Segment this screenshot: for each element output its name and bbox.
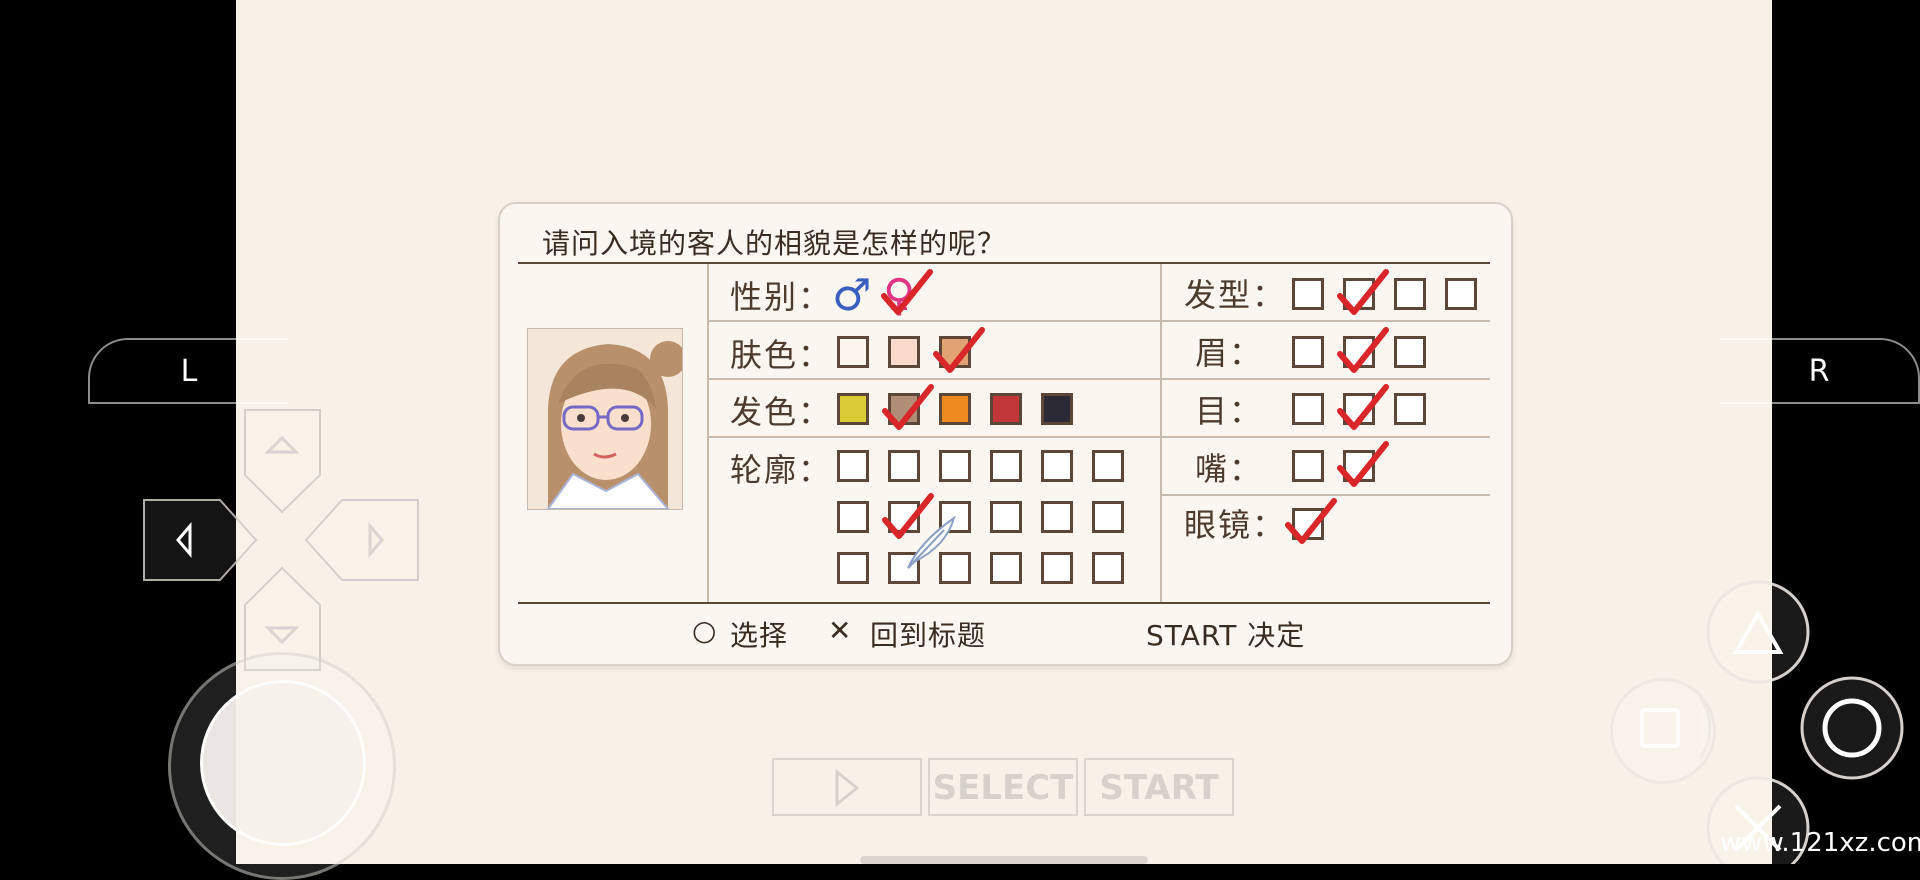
start-confirm-hint: START 决定 — [1146, 619, 1306, 652]
female-icon[interactable]: ♀ — [883, 270, 915, 321]
eyebrow-option[interactable] — [1343, 336, 1375, 368]
outline-option[interactable] — [939, 450, 971, 482]
mouth-option[interactable] — [1343, 450, 1375, 482]
face-buttons[interactable] — [1700, 580, 1920, 864]
outline-option[interactable] — [1041, 450, 1073, 482]
glasses-option[interactable] — [1292, 508, 1324, 540]
select-hint: 选择 — [730, 619, 789, 652]
hair-color-option-brown[interactable] — [888, 393, 920, 425]
hairstyle-label: 发型： — [1184, 276, 1287, 314]
feather-cursor-icon — [907, 515, 956, 569]
r-button-label: R — [1808, 354, 1830, 389]
outline-option[interactable] — [837, 450, 869, 482]
row-divider — [709, 320, 1160, 322]
outline-option[interactable] — [837, 501, 869, 533]
watermark: www.121xz.com — [1720, 828, 1920, 858]
hair-color-label: 发色： — [730, 393, 833, 431]
outline-option[interactable] — [1092, 501, 1124, 533]
outline-option[interactable] — [1092, 450, 1124, 482]
outline-option[interactable] — [1041, 552, 1073, 584]
right-column-divider — [1160, 264, 1162, 602]
circle-button-hint-icon: ○ — [692, 614, 718, 647]
eye-option[interactable] — [1292, 393, 1324, 425]
l-shoulder-button[interactable]: L — [88, 338, 288, 404]
hair-color-option-yellow[interactable] — [837, 393, 869, 425]
gender-label: 性别： — [730, 278, 833, 316]
character-portrait — [527, 328, 683, 510]
male-icon[interactable]: ♂ — [832, 270, 871, 321]
row-divider — [1162, 320, 1490, 322]
hair-color-option-black[interactable] — [1041, 393, 1073, 425]
glasses-label: 眼镜： — [1184, 506, 1287, 544]
eye-option[interactable] — [1394, 393, 1426, 425]
row-divider — [709, 378, 1160, 380]
mouth-label: 嘴： — [1195, 450, 1264, 488]
square-icon — [1640, 708, 1680, 748]
skin-color-option-2[interactable] — [888, 336, 920, 368]
select-button[interactable]: SELECT — [928, 758, 1078, 816]
hair-color-option-red[interactable] — [990, 393, 1022, 425]
outline-option[interactable] — [990, 501, 1022, 533]
outline-option[interactable] — [1041, 501, 1073, 533]
outline-label: 轮廓： — [730, 451, 833, 489]
r-shoulder-button[interactable]: R — [1720, 338, 1920, 404]
outline-option[interactable] — [990, 552, 1022, 584]
portrait-image — [528, 329, 682, 509]
row-divider — [1162, 494, 1490, 496]
mouth-option[interactable] — [1292, 450, 1324, 482]
dpad[interactable] — [130, 400, 430, 680]
skin-color-option-1[interactable] — [837, 336, 869, 368]
eye-label: 目： — [1195, 392, 1264, 430]
outline-option[interactable] — [888, 450, 920, 482]
top-divider — [518, 262, 1490, 264]
outline-option[interactable] — [837, 552, 869, 584]
play-icon — [835, 768, 860, 808]
question-text: 请问入境的客人的相貌是怎样的呢？ — [542, 227, 1007, 260]
hairstyle-option[interactable] — [1394, 278, 1426, 310]
hairstyle-option[interactable] — [1292, 278, 1324, 310]
hairstyle-option[interactable] — [1343, 278, 1375, 310]
left-column-divider — [707, 264, 709, 602]
skin-color-option-3[interactable] — [939, 336, 971, 368]
l-button-label: L — [180, 354, 198, 389]
fast-forward-button[interactable] — [772, 758, 922, 816]
eyebrow-option[interactable] — [1292, 336, 1324, 368]
row-divider — [1162, 436, 1490, 438]
back-to-title-hint: 回到标题 — [870, 619, 987, 652]
cross-button-hint-icon: ✕ — [828, 614, 853, 647]
eyebrow-label: 眉： — [1195, 334, 1264, 372]
hair-color-option-orange[interactable] — [939, 393, 971, 425]
outline-option[interactable] — [990, 450, 1022, 482]
row-divider — [709, 436, 1160, 438]
eye-option[interactable] — [1343, 393, 1375, 425]
hairstyle-option[interactable] — [1445, 278, 1477, 310]
bottom-divider — [518, 602, 1490, 604]
home-indicator — [860, 856, 1148, 864]
analog-stick-knob[interactable] — [200, 680, 366, 846]
start-button[interactable]: START — [1084, 758, 1234, 816]
eyebrow-option[interactable] — [1394, 336, 1426, 368]
row-divider — [1162, 378, 1490, 380]
outline-option[interactable] — [1092, 552, 1124, 584]
skin-color-label: 肤色： — [730, 336, 833, 374]
